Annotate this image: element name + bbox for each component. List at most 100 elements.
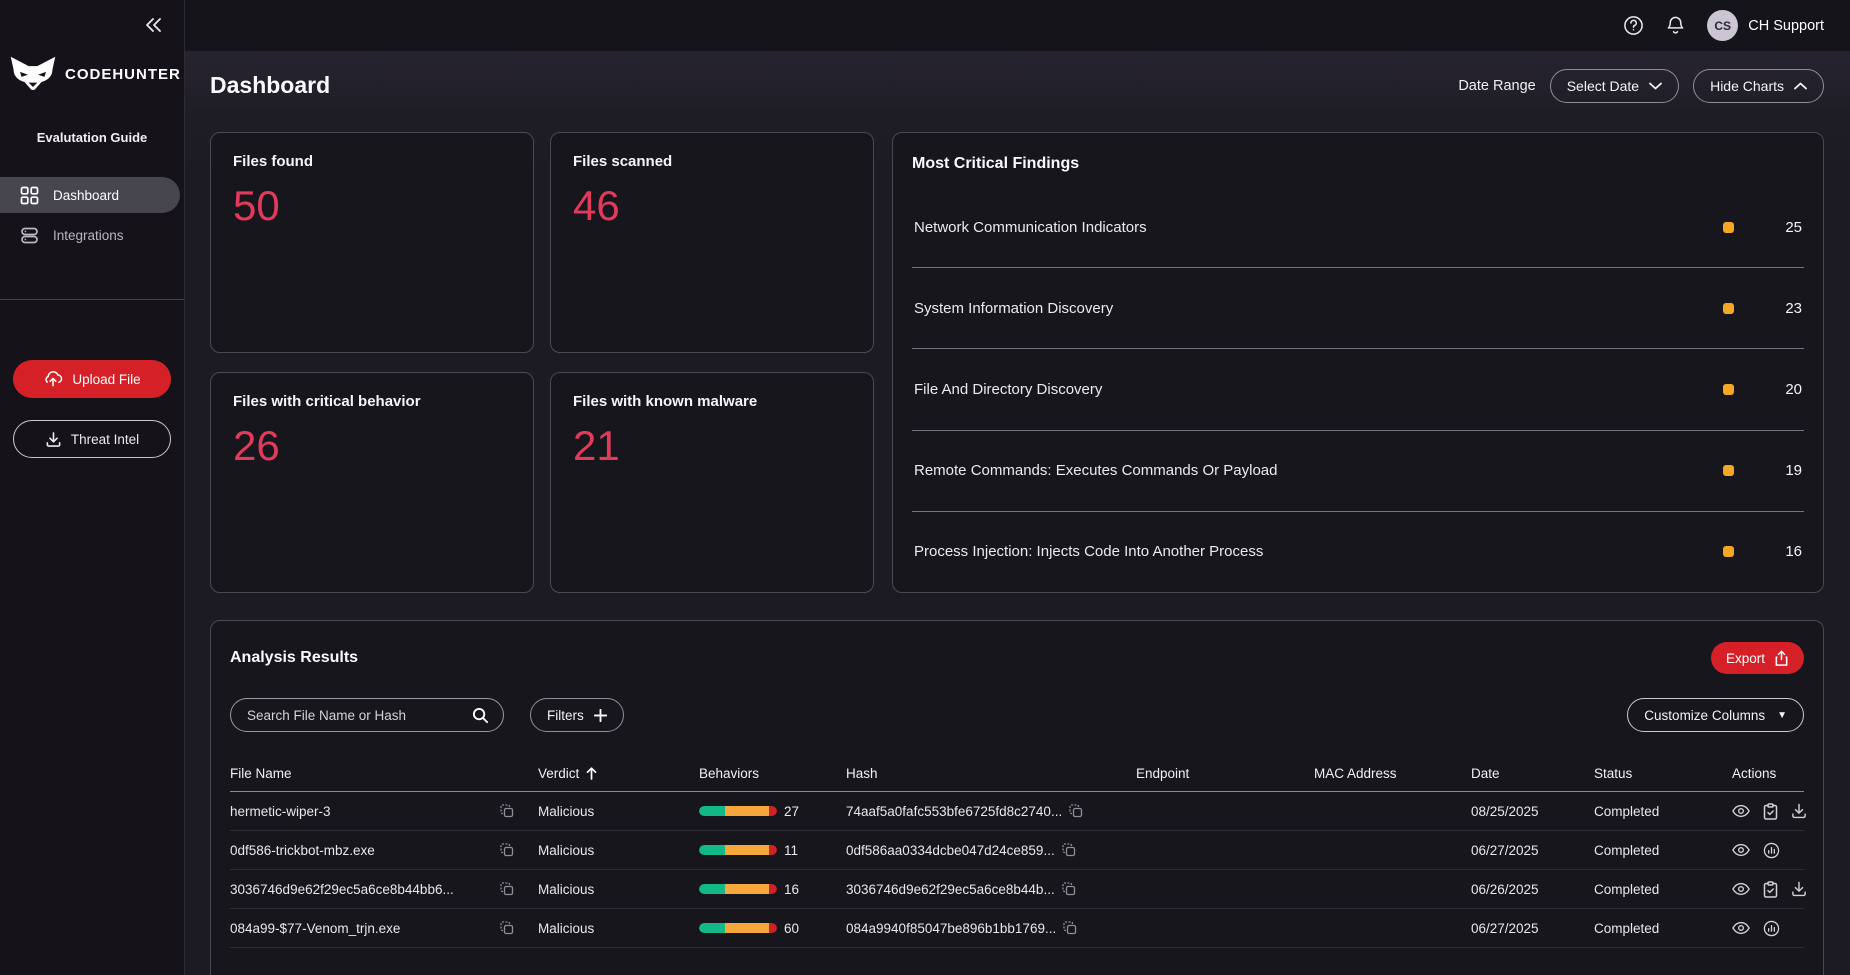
customize-columns-label: Customize Columns: [1644, 708, 1765, 723]
status-value: Completed: [1594, 882, 1659, 897]
copy-icon[interactable]: [1062, 843, 1076, 857]
column-header-endpoint[interactable]: Endpoint: [1136, 766, 1314, 781]
hash-value: 0df586aa0334dcbe047d24ce859...: [846, 843, 1055, 858]
copy-icon[interactable]: [1062, 882, 1076, 896]
file-name: 084a99-$77-Venom_trjn.exe: [230, 921, 400, 936]
copy-icon[interactable]: [1063, 921, 1077, 935]
severity-marker-icon: [1723, 222, 1734, 233]
column-header-date[interactable]: Date: [1471, 766, 1594, 781]
severity-marker-icon: [1723, 303, 1734, 314]
search-input[interactable]: [247, 708, 464, 723]
table-row[interactable]: hermetic-wiper-3 Malicious 27 74aaf5a0fa…: [230, 792, 1804, 831]
sidebar-item-label: Dashboard: [53, 188, 119, 203]
severity-marker-icon: [1723, 465, 1734, 476]
chart-icon[interactable]: [1763, 842, 1780, 859]
chart-icon[interactable]: [1763, 920, 1780, 937]
sidebar-item-dashboard[interactable]: Dashboard: [0, 177, 180, 213]
threat-intel-label: Threat Intel: [71, 432, 139, 447]
report-icon[interactable]: [1763, 803, 1778, 820]
help-icon[interactable]: [1623, 15, 1644, 36]
copy-icon[interactable]: [500, 843, 514, 857]
status-value: Completed: [1594, 921, 1659, 936]
eye-icon[interactable]: [1732, 843, 1750, 857]
column-header-behaviors[interactable]: Behaviors: [699, 766, 846, 781]
stat-card-known-malware: Files with known malware 21: [550, 372, 874, 593]
analysis-results-panel: Analysis Results Export: [210, 620, 1824, 975]
column-header-mac[interactable]: MAC Address: [1314, 766, 1471, 781]
column-header-status[interactable]: Status: [1594, 766, 1732, 781]
stat-card-files-scanned: Files scanned 46: [550, 132, 874, 353]
sidebar-item-label: Integrations: [53, 228, 124, 243]
finding-count: 19: [1770, 462, 1802, 479]
stat-card-files-found: Files found 50: [210, 132, 534, 353]
copy-icon[interactable]: [500, 882, 514, 896]
export-button[interactable]: Export: [1711, 642, 1804, 674]
severity-marker-icon: [1723, 546, 1734, 557]
finding-label: Network Communication Indicators: [914, 219, 1723, 236]
analysis-title: Analysis Results: [230, 649, 358, 667]
stat-card-critical-behavior: Files with critical behavior 26: [210, 372, 534, 593]
copy-icon[interactable]: [500, 921, 514, 935]
copy-icon[interactable]: [1069, 804, 1083, 818]
filters-button[interactable]: Filters: [530, 698, 624, 732]
customize-columns-dropdown[interactable]: Customize Columns ▼: [1627, 698, 1804, 732]
critical-findings-panel: Most Critical Findings Network Communica…: [892, 132, 1824, 593]
file-name: hermetic-wiper-3: [230, 804, 331, 819]
sidebar-item-integrations[interactable]: Integrations: [0, 217, 180, 253]
upload-file-button[interactable]: Upload File: [13, 360, 171, 398]
finding-count: 20: [1770, 381, 1802, 398]
finding-row: System Information Discovery 23: [912, 268, 1804, 349]
filters-label: Filters: [547, 708, 584, 723]
finding-row: Network Communication Indicators 25: [912, 187, 1804, 268]
sidebar-divider: [0, 299, 184, 300]
hash-value: 74aaf5a0fafc553bfe6725fd8c2740...: [846, 804, 1062, 819]
finding-label: File And Directory Discovery: [914, 381, 1723, 398]
sidebar: CODEHUNTER Evalutation Guide Dashboard: [0, 0, 185, 975]
export-icon: [1774, 650, 1789, 667]
stat-cards: Files found 50 Files scanned 46 Files wi…: [210, 132, 874, 593]
eye-icon[interactable]: [1732, 804, 1750, 818]
stat-value: 50: [233, 182, 511, 230]
download-tray-icon: [45, 431, 62, 448]
behavior-severity-bar: [699, 806, 777, 816]
stat-label: Files with known malware: [573, 393, 851, 410]
report-icon[interactable]: [1763, 881, 1778, 898]
behaviors-count: 27: [784, 804, 799, 819]
table-row[interactable]: 0df586-trickbot-mbz.exe Malicious 11 0df…: [230, 831, 1804, 870]
eye-icon[interactable]: [1732, 882, 1750, 896]
copy-icon[interactable]: [500, 804, 514, 818]
severity-marker-icon: [1723, 384, 1734, 395]
column-header-verdict[interactable]: Verdict: [538, 766, 699, 781]
table-row[interactable]: 3036746d9e62f29ec5a6ce8b44bb6... Malicio…: [230, 870, 1804, 909]
bell-icon[interactable]: [1666, 15, 1685, 36]
threat-intel-button[interactable]: Threat Intel: [13, 420, 171, 458]
user-menu[interactable]: CS CH Support: [1707, 10, 1824, 41]
finding-count: 25: [1770, 219, 1802, 236]
download-icon[interactable]: [1791, 803, 1807, 819]
stack-icon: [20, 226, 39, 245]
select-date-dropdown[interactable]: Select Date: [1550, 69, 1679, 103]
chevron-down-icon: [1649, 82, 1662, 90]
finding-count: 23: [1770, 300, 1802, 317]
search-icon[interactable]: [472, 707, 489, 724]
hide-charts-button[interactable]: Hide Charts: [1693, 69, 1824, 103]
verdict-label: Malicious: [538, 804, 594, 819]
caret-down-icon: ▼: [1777, 710, 1787, 721]
search-box: [230, 698, 504, 732]
download-icon[interactable]: [1791, 881, 1807, 897]
eye-icon[interactable]: [1732, 921, 1750, 935]
column-header-actions: Actions: [1732, 766, 1804, 781]
status-value: Completed: [1594, 843, 1659, 858]
page-header: Dashboard Date Range Select Date Hide Ch…: [210, 51, 1824, 120]
sidebar-collapse-icon[interactable]: [140, 12, 166, 38]
page-title: Dashboard: [210, 72, 330, 99]
analysis-table: File Name Verdict Behaviors Hash Endpoin…: [230, 756, 1804, 948]
table-row[interactable]: 084a99-$77-Venom_trjn.exe Malicious 60 0…: [230, 909, 1804, 948]
date-value: 06/27/2025: [1471, 843, 1539, 858]
fox-logo-icon: [10, 56, 56, 92]
column-header-hash[interactable]: Hash: [846, 766, 1136, 781]
column-header-file[interactable]: File Name: [230, 766, 538, 781]
brand: CODEHUNTER: [0, 38, 184, 92]
avatar: CS: [1707, 10, 1738, 41]
finding-row: Process Injection: Injects Code Into Ano…: [912, 512, 1804, 592]
